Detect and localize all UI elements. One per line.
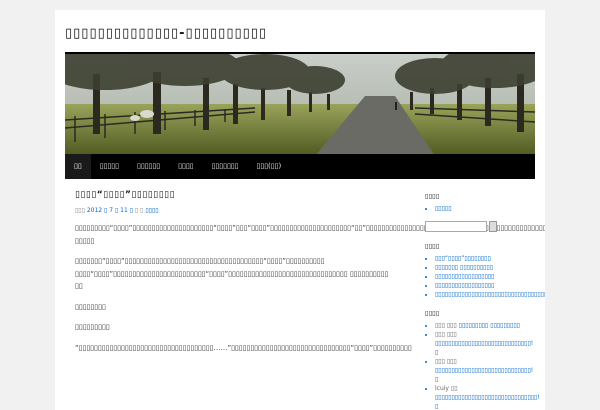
recent-post-link[interactable]: ▯▯▯“▯▯▯▯”▯▯▯▯▯▯▯▯	[435, 254, 535, 263]
recent-comment: ▯▯▯ ▯▯▯ ▯▯▯▯▯▯▯▯▯▯▯▯▯▯▯▯▯▯▯▯▯▯▯▯▯▯▯▯▯!▯	[435, 330, 535, 357]
main-content: ▯▯▯▯“▯▯▯▯”▯▯▯▯▯▯▯▯ ▯▯▯ 2012 ▯ 7 ▯ 11 ▯ ▯…	[75, 190, 545, 362]
nav-item-3[interactable]: ▯▯▯▯▯▯	[128, 154, 169, 179]
site-title[interactable]: ▯▯▯▯▯▯▯▯▯▯▯▯▯▯-▯▯▯▯▯▯▯▯▯▯	[65, 26, 267, 41]
nav-item-5[interactable]: ▯▯▯▯▯▯▯	[203, 154, 248, 179]
post-paragraph: ▯▯▯▯▯▯▯▯▯	[75, 323, 110, 331]
post-paragraph: “▯▯▯▯▯▯▯▯▯▯▯▯▯▯▯▯▯▯▯▯▯▯▯▯▯▯▯▯▯▯▯▯▯▯▯……”▯…	[75, 343, 412, 352]
comment-post-link[interactable]: ▯▯▯▯▯▯▯▯▯ ▯▯▯▯▯▯▯▯▯	[459, 322, 520, 329]
comment-author: ▯▯▯ ▯▯▯	[435, 331, 457, 338]
recent-comment: lcuiy ▯▯ ▯▯▯▯▯▯▯▯▯▯▯▯▯▯▯▯▯▯▯▯▯▯▯▯▯▯▯▯▯▯▯…	[435, 384, 540, 410]
meta-prefix: ▯▯▯	[75, 207, 85, 214]
widget-recent-posts: ▯▯▯▯ ▯▯▯“▯▯▯▯”▯▯▯▯▯▯▯▯ ▯▯▯▯▯▯▯ ▯▯▯▯▯▯▯▯▯…	[425, 242, 545, 299]
post-date-link[interactable]: 2012 ▯ 7 ▯ 11 ▯	[87, 207, 133, 214]
search-button[interactable]	[489, 221, 497, 232]
recent-post-link[interactable]: ▯▯▯▯▯▯▯▯▯▯▯▯▯▯▯▯▯▯	[435, 281, 535, 290]
header-image	[65, 52, 535, 156]
post-author-link[interactable]: ▯▯▯▯	[145, 207, 158, 214]
widget-title: ▯▯▯▯	[425, 309, 440, 317]
meta-by: ▯ ▯	[134, 207, 144, 214]
widget-links: ▯▯▯▯ ▯▯▯▯▯	[425, 192, 535, 232]
recent-comment: ▯▯▯ ▯▯▯ ▯▯▯▯▯▯▯▯▯▯▯▯▯▯▯▯▯▯▯▯▯▯▯▯▯▯▯▯▯!▯	[435, 357, 535, 384]
post-paragraph: ▯▯▯▯▯▯▯▯	[75, 302, 106, 311]
post-title[interactable]: ▯▯▯▯“▯▯▯▯”▯▯▯▯▯▯▯▯	[75, 190, 395, 200]
nav-item-6[interactable]: ▯▯▯(▯▯)	[248, 154, 291, 179]
recent-post-link[interactable]: ▯▯▯▯▯▯▯ ▯▯▯▯▯▯▯▯▯▯	[435, 263, 535, 272]
comment-author: lcuiy ▯▯	[435, 385, 458, 392]
main-navigation: ▯▯ ▯▯▯▯▯ ▯▯▯▯▯▯ ▯▯▯▯ ▯▯▯▯▯▯▯ ▯▯▯(▯▯)	[65, 154, 535, 179]
comment-post-link[interactable]: ▯▯▯▯▯▯▯▯▯▯▯▯▯▯▯▯▯▯▯▯▯▯▯▯▯▯▯▯▯!▯	[435, 367, 533, 383]
comment-post-link[interactable]: ▯▯▯▯▯▯▯▯▯▯▯▯▯▯▯▯▯▯▯▯▯▯▯▯▯▯▯▯▯!▯	[435, 340, 533, 356]
comment-author: ▯▯▯ ▯▯▯	[435, 322, 457, 329]
comment-post-link[interactable]: ▯▯▯▯▯▯▯▯▯▯▯▯▯▯▯▯▯▯▯▯▯▯▯▯▯▯▯▯▯▯▯!▯	[435, 394, 540, 410]
nav-item-4[interactable]: ▯▯▯▯	[169, 154, 202, 179]
recent-comment: ▯▯▯ ▯▯▯ ▯▯▯▯▯▯▯▯▯ ▯▯▯▯▯▯▯▯▯	[435, 321, 535, 330]
comment-author: ▯▯▯ ▯▯▯	[435, 358, 457, 365]
post-paragraph: ▯▯▯▯▯▯▯“▯▯▯▯”▯▯▯▯▯▯▯▯▯▯▯▯▯▯▯▯▯▯▯▯▯▯▯▯▯▯▯…	[75, 257, 389, 290]
post-meta: ▯▯▯ 2012 ▯ 7 ▯ 11 ▯ ▯ ▯ ▯▯▯▯	[75, 207, 395, 214]
nav-item-home[interactable]: ▯▯	[65, 154, 91, 179]
widget-title: ▯▯▯▯	[425, 242, 440, 250]
search-form	[425, 221, 535, 232]
widget-recent-comments: ▯▯▯▯ ▯▯▯ ▯▯▯ ▯▯▯▯▯▯▯▯▯ ▯▯▯▯▯▯▯▯▯ ▯▯▯ ▯▯▯…	[425, 309, 540, 410]
recent-post-link[interactable]: ▯▯▯▯▯▯▯▯▯▯▯▯▯▯▯▯▯▯	[435, 272, 535, 281]
post-paragraph: ▯▯▯▯▯▯▯▯▯“▯▯▯▯”▯▯▯▯▯▯▯▯▯▯▯▯▯▯▯▯▯▯▯▯▯“▯▯▯…	[75, 224, 545, 245]
widget-link[interactable]: ▯▯▯▯▯	[435, 204, 535, 213]
page-container: ▯▯▯▯▯▯▯▯▯▯▯▯▯▯-▯▯▯▯▯▯▯▯▯▯ ▯▯ ▯▯▯▯▯ ▯▯▯▯▯…	[55, 10, 545, 410]
widget-title: ▯▯▯▯	[425, 192, 440, 200]
post-content: ▯▯▯▯▯▯▯▯▯“▯▯▯▯”▯▯▯▯▯▯▯▯▯▯▯▯▯▯▯▯▯▯▯▯▯“▯▯▯…	[75, 222, 545, 354]
search-input[interactable]	[425, 221, 487, 232]
sidebar: ▯▯▯▯ ▯▯▯▯▯ ▯▯▯▯ ▯▯▯“▯▯▯▯”▯▯▯▯▯▯▯▯ ▯▯▯▯▯▯…	[425, 192, 545, 410]
nav-item-2[interactable]: ▯▯▯▯▯	[91, 154, 128, 179]
recent-post-link[interactable]: ▯▯▯▯▯▯▯▯▯▯▯▯▯▯▯▯▯▯▯▯▯▯▯▯▯▯▯▯▯▯▯▯▯▯!	[435, 290, 545, 299]
